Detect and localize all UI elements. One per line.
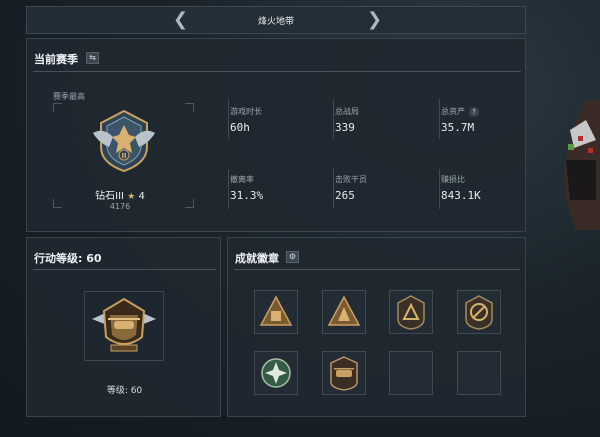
badge-slot-empty[interactable] [457, 351, 501, 395]
rank-stars: 4 [138, 191, 145, 202]
swap-icon[interactable]: ⇆ [86, 52, 99, 64]
divider [333, 99, 334, 139]
divider [228, 99, 229, 139]
season-title: 当前赛季 [34, 53, 78, 66]
badge-icon [261, 358, 291, 388]
divider [33, 71, 521, 72]
stat-label: 赚损比 [441, 175, 465, 184]
badge-icon [397, 295, 425, 330]
chevron-right-icon[interactable]: ❯ [367, 10, 382, 30]
stat-label: 击败干员 [335, 175, 367, 184]
frame-corner [53, 103, 62, 112]
settings-icon[interactable]: ⚙ [286, 251, 299, 263]
stat-label: 撤离率 [230, 175, 254, 184]
divider [333, 169, 334, 209]
badge-slot[interactable] [322, 290, 366, 334]
badge-slot[interactable] [322, 351, 366, 395]
achievements-title: 成就徽章 [235, 252, 279, 265]
stat-value: 31.3% [230, 189, 264, 202]
stat-value: 265 [335, 189, 355, 202]
divider [439, 99, 440, 139]
stat-value: 339 [335, 121, 355, 134]
badge-slot[interactable] [389, 290, 433, 334]
star-icon: ★ [127, 192, 136, 202]
rank-name: 钻石III [95, 191, 125, 202]
badge-icon [330, 356, 358, 391]
season-best-label: 赛季最高 [53, 92, 85, 101]
badge-slot[interactable] [254, 351, 298, 395]
divider [228, 169, 229, 209]
badge-icon [327, 295, 361, 326]
rank-name-row: 钻石III ★ 4 [27, 187, 213, 202]
frame-corner [185, 103, 194, 112]
stat-value: 60h [230, 121, 250, 134]
rank-points: 4176 [109, 202, 131, 211]
badge-icon [259, 295, 293, 326]
level-label: 等级: 60 [106, 386, 143, 396]
badge-slot[interactable] [457, 290, 501, 334]
divider [234, 269, 520, 270]
badge-slot[interactable] [254, 290, 298, 334]
mode-switcher: ❮ 烽火地带 ❯ [26, 6, 526, 34]
stat-label: 总战局 [335, 107, 359, 116]
rank-badge-icon [93, 109, 155, 173]
character-artwork [564, 100, 600, 230]
stat-label-assets: 总资产? [441, 106, 479, 117]
badge-slot-empty[interactable] [389, 351, 433, 395]
level-badge-icon [92, 297, 156, 352]
season-panel: 当前赛季 ⇆ 赛季最高 钻石III ★ 4 4176 游戏时长 60h 总战局 … [26, 38, 526, 232]
divider [439, 169, 440, 209]
badge-icon [465, 295, 493, 330]
stat-value: 35.7M [441, 121, 475, 134]
achievements-panel: 成就徽章 ⚙ [227, 237, 526, 417]
mode-title: 烽火地带 [257, 17, 294, 27]
stat-value: 843.1K [441, 189, 481, 202]
stat-label: 总资产 [441, 107, 465, 116]
action-level-panel: 行动等级: 60 等级: 60 [26, 237, 221, 417]
divider [33, 269, 216, 270]
help-icon[interactable]: ? [469, 107, 479, 117]
stat-label: 游戏时长 [230, 107, 262, 116]
action-level-title: 行动等级: 60 [34, 252, 102, 265]
